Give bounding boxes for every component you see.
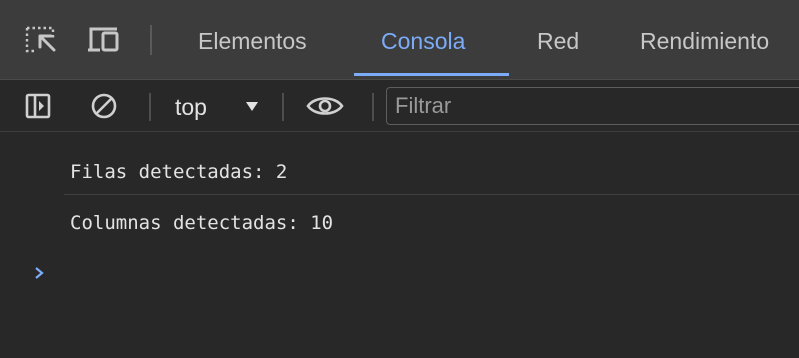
console-output: Filas detectadas: 2 Columnas detectadas:… <box>0 132 799 358</box>
active-tab-indicator <box>354 73 509 76</box>
tab-console[interactable]: Consola <box>381 0 465 80</box>
sidebar-toggle-icon[interactable] <box>24 90 52 127</box>
filter-field <box>386 87 799 125</box>
message-divider <box>64 194 799 195</box>
context-selector[interactable]: top <box>175 80 207 132</box>
toolbar-separator <box>149 93 151 121</box>
console-message: Filas detectadas: 2 <box>70 161 288 183</box>
devtools-tabbar: Elementos Consola Red Rendimiento <box>0 0 799 80</box>
tabbar-separator <box>150 25 152 55</box>
console-message: Columnas detectadas: 10 <box>70 212 334 234</box>
toolbar-separator <box>282 93 284 121</box>
tab-elements[interactable]: Elementos <box>198 0 307 80</box>
live-expression-eye-icon[interactable] <box>305 92 345 125</box>
device-toolbar-icon[interactable] <box>86 20 120 60</box>
clear-console-icon[interactable] <box>88 90 120 127</box>
tab-network[interactable]: Red <box>537 0 579 80</box>
tab-performance[interactable]: Rendimiento <box>640 0 769 80</box>
caret-down-icon[interactable] <box>246 102 258 111</box>
inspect-element-icon[interactable] <box>24 20 58 60</box>
filter-input[interactable] <box>395 88 785 124</box>
devtools-window: Elementos Consola Red Rendimiento top Fi… <box>0 0 799 358</box>
console-toolbar: top <box>0 80 799 132</box>
chevron-right-icon[interactable] <box>32 266 46 280</box>
toolbar-separator <box>372 93 374 121</box>
